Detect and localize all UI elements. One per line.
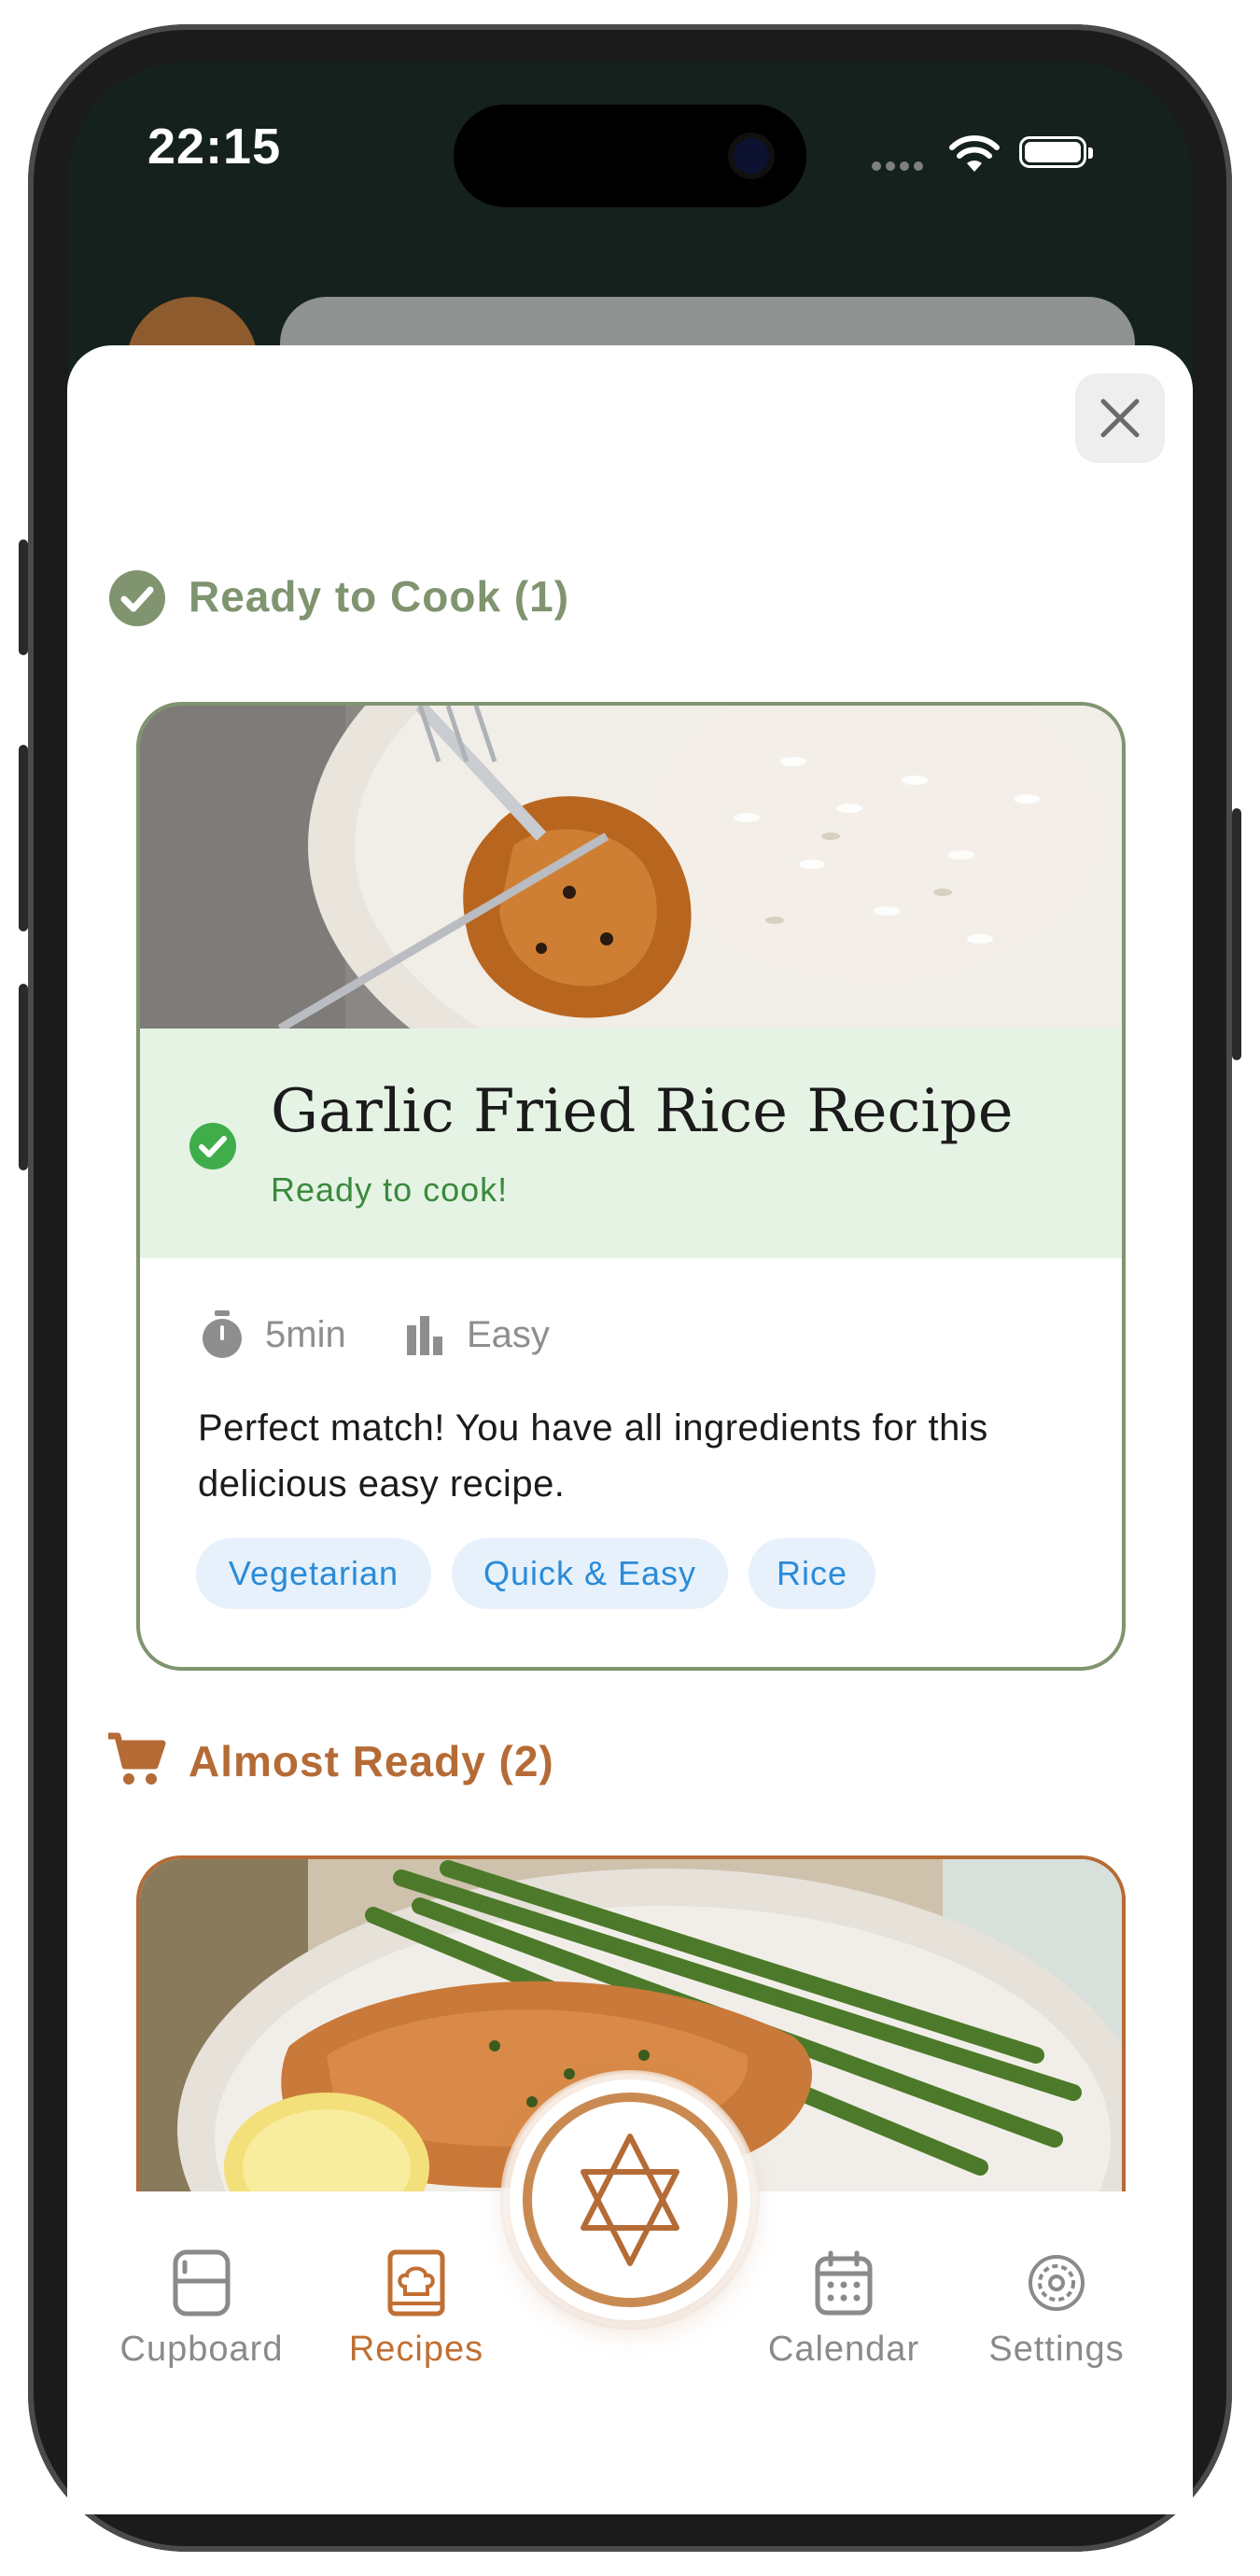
camera-icon bbox=[734, 138, 769, 174]
tab-label: Settings bbox=[988, 2330, 1125, 2369]
tab-recipes[interactable]: Recipes bbox=[314, 2240, 519, 2371]
check-circle-icon bbox=[189, 1123, 236, 1169]
dynamic-island bbox=[454, 105, 806, 207]
timer-icon bbox=[203, 1310, 242, 1358]
status-time: 22:15 bbox=[147, 119, 282, 175]
tag-chip[interactable]: Rice bbox=[749, 1538, 875, 1609]
tab-settings[interactable]: Settings bbox=[954, 2240, 1159, 2371]
close-icon bbox=[1100, 399, 1140, 438]
cellular-signal-icon bbox=[872, 159, 928, 172]
power-button bbox=[1232, 808, 1241, 1060]
gear-icon bbox=[1029, 2255, 1085, 2311]
volume-down-button bbox=[19, 984, 28, 1170]
check-circle-icon bbox=[109, 570, 165, 626]
tab-label: Calendar bbox=[767, 2330, 920, 2369]
center-action-button[interactable] bbox=[510, 2079, 750, 2320]
tab-cupboard[interactable]: Cupboard bbox=[99, 2240, 304, 2371]
cook-time: 5min bbox=[265, 1314, 346, 1355]
recipe-image bbox=[140, 706, 1122, 1029]
recipe-book-icon bbox=[387, 2249, 445, 2317]
difficulty: Easy bbox=[467, 1314, 550, 1355]
volume-up-button bbox=[19, 745, 28, 931]
recipe-status: Ready to cook! bbox=[271, 1170, 509, 1209]
shopping-cart-icon bbox=[108, 1732, 166, 1785]
star-logo-icon bbox=[581, 2134, 679, 2266]
tag-chip[interactable]: Vegetarian bbox=[196, 1538, 431, 1609]
close-button[interactable] bbox=[1075, 373, 1165, 463]
calendar-icon bbox=[815, 2250, 873, 2316]
tab-label: Cupboard bbox=[119, 2330, 284, 2369]
tab-label: Recipes bbox=[348, 2330, 484, 2369]
battery-icon bbox=[1019, 136, 1093, 168]
tab-calendar[interactable]: Calendar bbox=[741, 2240, 946, 2371]
tag-chip[interactable]: Quick & Easy bbox=[452, 1538, 728, 1609]
action-button bbox=[19, 539, 28, 655]
ready-section-title: Ready to Cook (1) bbox=[189, 572, 570, 621]
wifi-icon bbox=[949, 135, 1000, 172]
difficulty-bars-icon bbox=[407, 1316, 442, 1355]
recipe-title: Garlic Fried Rice Recipe bbox=[271, 1077, 1014, 1146]
fridge-icon bbox=[173, 2249, 231, 2317]
almost-section-title: Almost Ready (2) bbox=[189, 1737, 554, 1785]
recipe-description: Perfect match! You have all ingredients … bbox=[198, 1407, 988, 1505]
recipe-card[interactable]: Garlic Fried Rice Recipe Ready to cook! … bbox=[136, 702, 1126, 1671]
